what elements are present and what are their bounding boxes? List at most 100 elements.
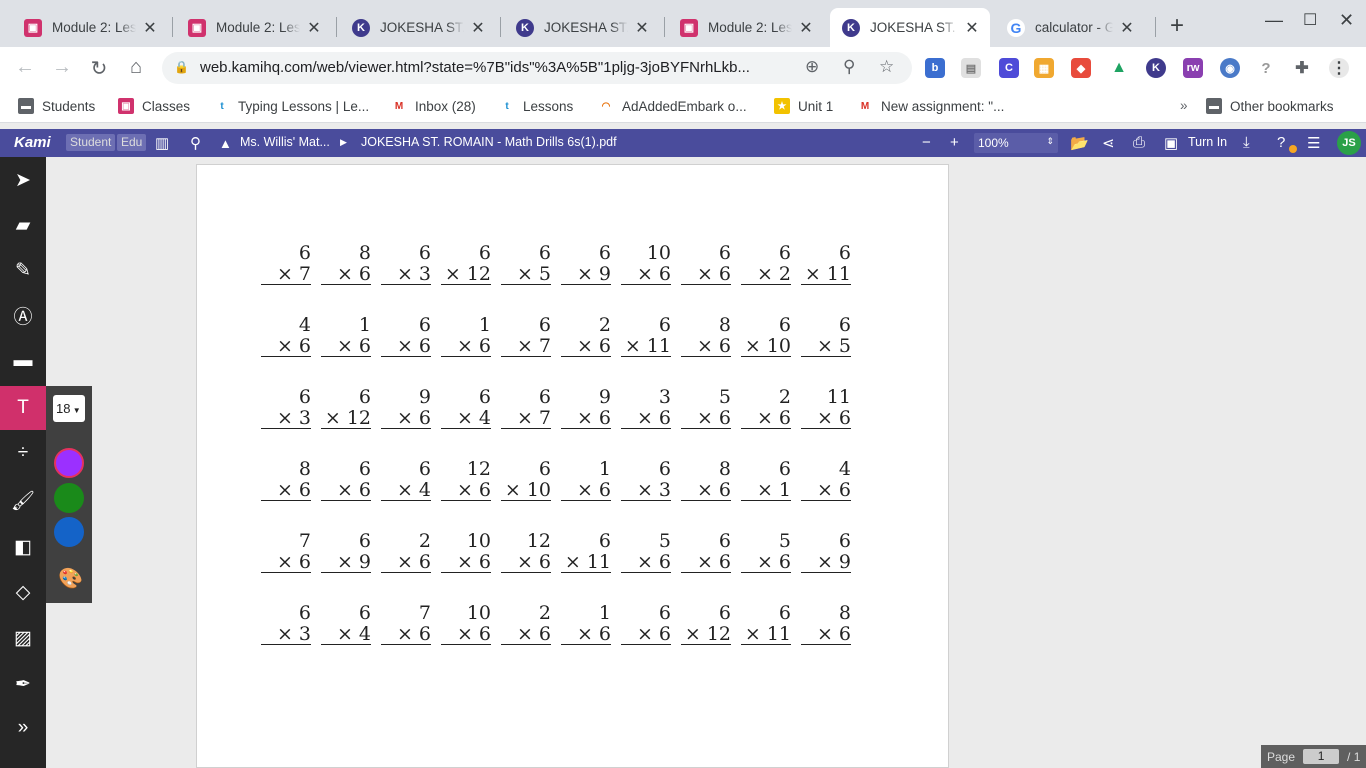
browser-tab[interactable]: K JOKESHA ST. ROMAIN ✕ xyxy=(830,8,990,47)
multiplication-problem: 8 × 6 xyxy=(681,315,731,357)
browser-tab[interactable]: ▣ Module 2: Lesson ✕ xyxy=(176,8,332,47)
close-window-button[interactable]: ✕ xyxy=(1339,10,1354,31)
color-swatch-green[interactable] xyxy=(54,483,84,513)
bookmark-item[interactable]: t Typing Lessons | Le... xyxy=(214,98,369,114)
c-extension-icon[interactable]: C xyxy=(999,58,1019,78)
bookmark-item[interactable]: ★ Unit 1 xyxy=(774,98,833,114)
signature-tool-pen-icon[interactable]: ✒ xyxy=(0,662,46,706)
browser-tab[interactable]: ▣ Module 2: Lesson ✕ xyxy=(668,8,824,47)
eraser-tool-icon[interactable]: ◇ xyxy=(0,570,46,614)
comment-tool-icon[interactable]: ▬ xyxy=(0,339,46,383)
help-extension-icon[interactable]: ? xyxy=(1256,58,1276,78)
bing-extension-icon[interactable]: b xyxy=(925,58,945,78)
expand-tools-chevron-icon[interactable]: » xyxy=(0,706,46,750)
font-size-select[interactable]: 18 ▼ xyxy=(53,395,85,422)
zoom-in-button[interactable]: + xyxy=(950,134,959,151)
bookmark-item[interactable]: ▣ Classes xyxy=(118,98,190,114)
tab-close-icon[interactable]: ✕ xyxy=(798,18,814,38)
multiplicand: 6 xyxy=(838,530,851,552)
multiplier: × 2 xyxy=(741,264,791,285)
forward-button[interactable]: → xyxy=(50,56,74,79)
zoom-icon[interactable]: ⚲ xyxy=(843,57,855,77)
text-highlight-tool-icon[interactable]: Ⓐ xyxy=(0,293,46,337)
print-icon[interactable]: ⎙ xyxy=(1133,134,1145,151)
menu-icon[interactable]: ☰ xyxy=(1307,134,1320,152)
bookmark-item[interactable]: ▬ Other bookmarks xyxy=(1206,98,1334,114)
url-text[interactable]: web.kamihq.com/web/viewer.html?state=%7B… xyxy=(200,59,790,76)
color-swatch-purple[interactable] xyxy=(54,448,84,478)
address-bar[interactable]: 🔒 web.kamihq.com/web/viewer.html?state=%… xyxy=(162,52,912,84)
tab-close-icon[interactable]: ✕ xyxy=(470,18,486,38)
extensions-puzzle-icon[interactable]: ✚ xyxy=(1292,58,1312,78)
open-folder-icon[interactable]: 📂 xyxy=(1070,134,1089,152)
search-icon[interactable]: ⚲ xyxy=(190,134,201,152)
tab-close-icon[interactable]: ✕ xyxy=(142,18,158,38)
globe-extension-icon[interactable]: ◉ xyxy=(1220,58,1240,78)
drawing-tool-brush-icon[interactable]: 🖌 xyxy=(0,479,46,523)
grid-extension-icon[interactable]: ▦ xyxy=(1034,58,1054,78)
multiplicand: 6 xyxy=(598,530,611,552)
browser-tab[interactable]: K JOKESHA ST. ROMAIN ✕ xyxy=(340,8,496,47)
install-icon[interactable]: ⊕ xyxy=(805,57,819,77)
browser-tab[interactable]: K JOKESHA ST. ROMAIN ✕ xyxy=(504,8,660,47)
multiplicand: 10 xyxy=(466,530,491,552)
google-drive-icon[interactable]: ▲ xyxy=(1109,58,1129,78)
text-tool-icon[interactable]: T xyxy=(0,386,46,430)
tab-close-icon[interactable]: ✕ xyxy=(1119,18,1135,38)
maximize-button[interactable]: ☐ xyxy=(1303,10,1317,30)
bookmarks-bar: » ▬ Students ▣ Classes t Typing Lessons | Le.… xyxy=(0,89,1366,123)
color-palette-icon[interactable]: 🎨 xyxy=(58,566,83,591)
zoom-select[interactable]: 100% ⇕ xyxy=(974,133,1058,153)
rainbow-icon: ◠ xyxy=(598,98,614,114)
page-number-input[interactable]: 1 xyxy=(1303,749,1340,764)
shield-extension-icon[interactable]: ◆ xyxy=(1071,58,1091,78)
browser-tab[interactable]: Gcalculator - Google Search ✕ xyxy=(995,8,1145,47)
multiplier: × 6 xyxy=(321,264,371,285)
save-icon[interactable]: ▣ xyxy=(1164,134,1178,152)
tab-close-icon[interactable]: ✕ xyxy=(964,18,980,38)
avatar[interactable]: JS xyxy=(1337,131,1361,155)
multiplier: × 6 xyxy=(681,336,731,357)
chrome-menu-icon[interactable]: ⋮ xyxy=(1329,58,1349,78)
color-swatch-blue[interactable] xyxy=(54,517,84,547)
tab-close-icon[interactable]: ✕ xyxy=(306,18,322,38)
multiplicand: 6 xyxy=(358,386,371,408)
readwrite-extension-icon[interactable]: rw xyxy=(1183,58,1203,78)
sidebar-toggle-icon[interactable]: ▥ xyxy=(155,134,169,152)
equation-tool-icon[interactable]: ÷ xyxy=(0,431,46,475)
multiplication-problem: 8 × 6 xyxy=(681,459,731,501)
bookmark-item[interactable]: ▬ Students xyxy=(18,98,95,114)
multiplier: × 7 xyxy=(261,264,311,285)
google-icon: G xyxy=(1007,18,1025,37)
bookmark-item[interactable]: ◠ AdAddedEmbark o... xyxy=(598,98,747,114)
browser-tab[interactable]: ▣ Module 2: Lesson ✕ xyxy=(12,8,168,47)
back-button[interactable]: ← xyxy=(13,56,37,79)
breadcrumb-folder[interactable]: Ms. Willis' Mat... xyxy=(240,135,330,149)
reader-extension-icon[interactable]: ▤ xyxy=(961,58,981,78)
reload-button[interactable]: ↻ xyxy=(87,56,111,81)
multiplicand: 6 xyxy=(298,386,311,408)
image-tool-icon[interactable]: ▨ xyxy=(0,616,46,660)
new-tab-button[interactable]: + xyxy=(1170,14,1184,38)
home-button[interactable]: ⌂ xyxy=(124,56,148,79)
bookmark-item[interactable]: M Inbox (28) xyxy=(391,98,476,114)
download-icon[interactable]: ⤓ xyxy=(1243,134,1250,151)
file-name[interactable]: JOKESHA ST. ROMAIN - Math Drills 6s(1).p… xyxy=(361,135,617,149)
turn-in-button[interactable]: Turn In xyxy=(1188,135,1227,149)
bookmark-item[interactable]: M New assignment: "... xyxy=(857,98,1004,114)
share-icon[interactable]: ⋖ xyxy=(1102,134,1115,152)
bookmarks-overflow-chevron-icon[interactable]: » xyxy=(1180,98,1188,113)
tab-close-icon[interactable]: ✕ xyxy=(634,18,650,38)
minimize-button[interactable]: — xyxy=(1265,10,1283,31)
multiplier: × 6 xyxy=(381,336,431,357)
multiplier: × 6 xyxy=(261,336,311,357)
highlight-tool-icon[interactable]: ✎ xyxy=(0,248,46,292)
select-tool-cursor-icon[interactable]: ➤ xyxy=(0,158,46,202)
kami-extension-icon[interactable]: K xyxy=(1146,58,1166,78)
bookmark-item[interactable]: t Lessons xyxy=(499,98,573,114)
zoom-out-button[interactable]: − xyxy=(922,134,931,151)
shapes-tool-icon[interactable]: ◧ xyxy=(0,525,46,569)
bookmark-star-icon[interactable]: ☆ xyxy=(879,57,894,77)
help-icon[interactable]: ? xyxy=(1277,134,1285,151)
dictionary-tool-book-icon[interactable]: ▰ xyxy=(0,203,46,247)
